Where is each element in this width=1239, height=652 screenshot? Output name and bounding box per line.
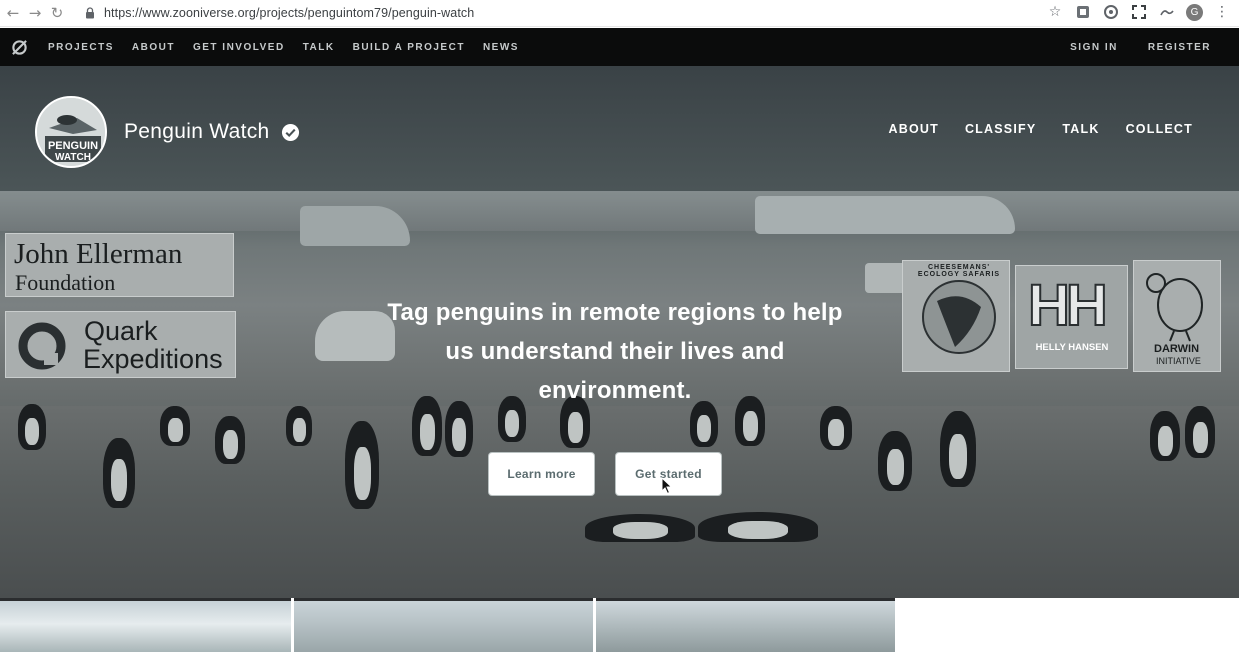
sponsor-quark-expeditions: Quark Expeditions bbox=[5, 311, 236, 378]
sponsor-text: John Ellerman bbox=[14, 238, 183, 270]
sponsor-helly-hansen: HH HELLY HANSEN bbox=[1015, 265, 1128, 369]
subject-thumbnail[interactable] bbox=[596, 598, 895, 652]
profile-avatar[interactable]: G bbox=[1186, 3, 1203, 21]
penguin-shape bbox=[698, 512, 818, 542]
nav-about[interactable]: ABOUT bbox=[132, 42, 175, 53]
penguin-shape bbox=[215, 416, 245, 464]
darwin-bird-icon bbox=[1146, 273, 1203, 342]
learn-more-button[interactable]: Learn more bbox=[488, 452, 595, 496]
iceberg-shape bbox=[300, 206, 410, 246]
nav-news[interactable]: NEWS bbox=[483, 42, 519, 53]
back-arrow-icon[interactable]: ← bbox=[2, 2, 24, 24]
kebab-menu-icon[interactable]: ⋮ bbox=[1213, 3, 1231, 21]
penguin-shape bbox=[345, 421, 379, 509]
sponsor-text: Expeditions bbox=[83, 344, 223, 374]
sponsor-text: Quark bbox=[84, 316, 158, 346]
iceberg-shape bbox=[755, 196, 1015, 234]
project-title[interactable]: Penguin Watch bbox=[124, 120, 270, 144]
sync-icon[interactable] bbox=[1102, 3, 1120, 21]
subject-thumbnail[interactable] bbox=[0, 598, 291, 652]
penguin-shape bbox=[820, 406, 852, 450]
sponsor-text: INITIATIVE bbox=[1156, 356, 1201, 366]
extension-icon[interactable] bbox=[1074, 3, 1092, 21]
penguin-watch-logo-icon: PENGUIN WATCH bbox=[37, 98, 105, 166]
project-nav-classify[interactable]: CLASSIFY bbox=[965, 122, 1036, 136]
verified-badge-icon bbox=[281, 123, 299, 141]
sponsor-john-ellerman: John Ellerman Foundation bbox=[5, 233, 234, 297]
subject-thumbnails bbox=[0, 598, 1239, 652]
project-nav-about[interactable]: ABOUT bbox=[889, 122, 939, 136]
penguin-shape bbox=[103, 438, 135, 508]
subject-thumbnail[interactable] bbox=[294, 598, 593, 652]
browser-toolbar: ← → ↻ https://www.zooniverse.org/project… bbox=[0, 0, 1239, 27]
penguin-shape bbox=[878, 431, 912, 491]
penguin-shape bbox=[940, 411, 976, 487]
sponsor-cheesemans: CHEESEMANS' ECOLOGY SAFARIS bbox=[902, 260, 1010, 372]
quark-logo-icon bbox=[18, 322, 66, 370]
nav-build-a-project[interactable]: BUILD A PROJECT bbox=[353, 42, 465, 53]
sponsor-text: HELLY HANSEN bbox=[1035, 342, 1109, 353]
project-hero: PENGUIN WATCH Penguin Watch ABOUT CLASSI… bbox=[0, 66, 1239, 598]
reload-icon[interactable]: ↻ bbox=[46, 2, 68, 24]
penguin-shape bbox=[1150, 411, 1180, 461]
register-link[interactable]: REGISTER bbox=[1148, 42, 1211, 53]
nav-talk[interactable]: TALK bbox=[303, 42, 335, 53]
mouse-cursor-icon bbox=[661, 477, 673, 495]
hero-tagline: Tag penguins in remote regions to help u… bbox=[387, 299, 843, 404]
penguin-shape bbox=[160, 406, 190, 446]
penguin-shape bbox=[585, 514, 695, 542]
screenshot-icon[interactable] bbox=[1130, 3, 1148, 21]
sponsor-text: DARWIN bbox=[1154, 343, 1200, 355]
url-text: https://www.zooniverse.org/projects/peng… bbox=[104, 6, 475, 20]
penguin-shape bbox=[1185, 406, 1215, 458]
lock-icon bbox=[86, 7, 94, 19]
hh-logo-text: HH bbox=[1027, 272, 1109, 339]
nav-projects[interactable]: PROJECTS bbox=[48, 42, 114, 53]
sponsor-text: CHEESEMANS' ECOLOGY SAFARIS bbox=[917, 264, 1001, 278]
hero-background-ice bbox=[0, 191, 1239, 231]
zooniverse-logo-icon[interactable] bbox=[11, 39, 28, 56]
address-bar[interactable]: https://www.zooniverse.org/projects/peng… bbox=[84, 2, 474, 24]
project-avatar[interactable]: PENGUIN WATCH bbox=[35, 96, 107, 168]
penguin-shape bbox=[286, 406, 312, 446]
forward-arrow-icon[interactable]: → bbox=[24, 2, 46, 24]
avatar-text-penguin: PENGUIN bbox=[48, 140, 98, 152]
nav-get-involved[interactable]: GET INVOLVED bbox=[193, 42, 285, 53]
avatar-text-watch: WATCH bbox=[55, 152, 91, 163]
sign-in-link[interactable]: SIGN IN bbox=[1070, 42, 1118, 53]
sponsor-darwin-initiative: DARWIN INITIATIVE bbox=[1133, 260, 1221, 372]
star-icon[interactable]: ☆ bbox=[1046, 3, 1064, 21]
project-nav-talk[interactable]: TALK bbox=[1062, 122, 1099, 136]
project-header: PENGUIN WATCH Penguin Watch bbox=[35, 96, 300, 168]
zooniverse-nav-bar: PROJECTS ABOUT GET INVOLVED TALK BUILD A… bbox=[0, 28, 1239, 66]
sponsor-text: Foundation bbox=[15, 270, 116, 295]
project-nav: ABOUT CLASSIFY TALK COLLECT bbox=[889, 122, 1194, 136]
pen-icon[interactable] bbox=[1158, 3, 1176, 21]
project-nav-collect[interactable]: COLLECT bbox=[1126, 122, 1193, 136]
penguin-shape bbox=[18, 404, 46, 450]
